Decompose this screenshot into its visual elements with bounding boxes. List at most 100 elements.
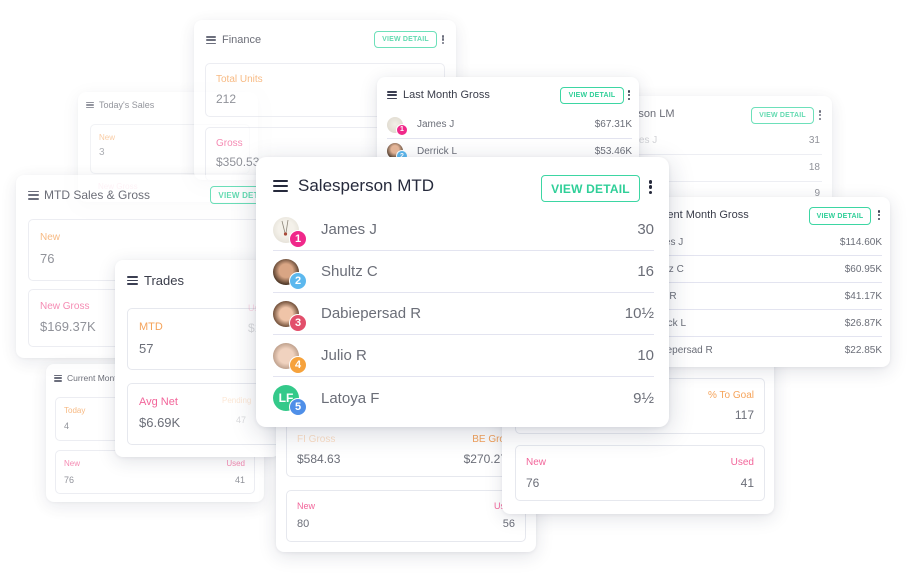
stat-label: New xyxy=(297,501,316,511)
stat-value: 41 xyxy=(234,475,245,485)
avatar: 1 xyxy=(273,216,307,248)
last-month-gross-card: Last Month Gross VIEW DETAIL 1 James J $… xyxy=(377,77,639,167)
stat-value: $169.37K xyxy=(40,319,96,334)
list-item[interactable]: 2 Shultz C 16 xyxy=(273,251,654,293)
stat-value: 41 xyxy=(740,476,754,490)
salesperson-name: Derrick L xyxy=(417,145,458,157)
stat-value: $584.63 xyxy=(297,452,341,466)
list-item[interactable]: James J $114.60K xyxy=(646,229,882,256)
gross-value: $53.46K xyxy=(594,145,632,157)
gross-value: $114.60K xyxy=(839,236,882,248)
rank-badge: 2 xyxy=(289,271,307,290)
menu-icon[interactable] xyxy=(54,374,62,382)
list-item[interactable]: Shultz C $60.95K xyxy=(646,256,882,283)
row-value: 18 xyxy=(808,162,820,173)
salesperson-name: Latoya F xyxy=(321,389,380,407)
stat-label: New xyxy=(99,133,116,142)
stat-label: FI Gross xyxy=(297,434,336,445)
stat-label: New Gross xyxy=(40,301,90,312)
stat-value: 56 xyxy=(502,518,515,530)
avatar: 2 xyxy=(273,258,307,290)
gross-value: $67.31K xyxy=(594,119,632,130)
list-item[interactable]: 4 Julio R 10 xyxy=(273,335,654,377)
gross-value: $60.95K xyxy=(844,263,882,275)
rank-badge: 5 xyxy=(289,398,307,416)
stat-value: 117 xyxy=(734,408,754,422)
rank-badge: 1 xyxy=(396,123,408,136)
stat-label: Used xyxy=(226,459,245,468)
stat-value: 57 xyxy=(139,341,154,356)
menu-icon[interactable] xyxy=(127,276,138,285)
rank-badge: 3 xyxy=(289,313,307,332)
stat-value: 80 xyxy=(297,518,310,530)
stat-label: New xyxy=(64,459,81,468)
menu-icon[interactable] xyxy=(273,180,288,192)
list-item[interactable]: LF 5 Latoya F 9½ xyxy=(273,377,654,419)
view-detail-button[interactable]: VIEW DETAIL xyxy=(541,175,640,202)
gross-value: $41.17K xyxy=(844,290,882,302)
row-value: 31 xyxy=(808,135,820,146)
list-item[interactable]: 1 James J 30 xyxy=(273,209,654,251)
units-value: 30 xyxy=(637,221,654,238)
list-item[interactable]: 3 Dabiepersad R 10½ xyxy=(273,293,654,335)
card-title: MTD Sales & Gross xyxy=(44,188,151,202)
rank-badge: 4 xyxy=(289,355,307,374)
more-options-icon[interactable] xyxy=(648,180,653,194)
card-title: Last Month Gross xyxy=(403,89,490,101)
menu-icon[interactable] xyxy=(387,91,397,99)
list-item[interactable]: 1 James J $67.31K xyxy=(387,111,632,139)
stat-label: Used xyxy=(730,457,754,468)
new-used-stat: New 80 Used 56 xyxy=(286,490,526,542)
stat-label: % To Goal xyxy=(708,390,754,401)
view-detail-button[interactable]: VIEW DETAIL xyxy=(751,107,814,124)
avatar: 3 xyxy=(273,300,307,332)
list-item[interactable]: Derrick L $26.87K xyxy=(646,310,882,337)
stat-label: New xyxy=(526,457,547,468)
stat-value: 212 xyxy=(216,92,237,106)
list-item[interactable]: Dabiepersad R $22.85K xyxy=(646,337,882,364)
salesperson-name: James J xyxy=(321,221,377,238)
card-title: Trades xyxy=(144,273,184,288)
more-options-icon[interactable] xyxy=(627,90,631,100)
stat-label: Avg Net xyxy=(139,396,178,408)
units-value: 10 xyxy=(637,347,654,364)
more-options-icon[interactable] xyxy=(818,110,822,120)
current-month-gross-card: Current Month Gross VIEW DETAIL James J … xyxy=(640,197,890,367)
card-title: Salesperson MTD xyxy=(298,176,435,195)
units-value: 9½ xyxy=(633,389,654,407)
stat-value: 76 xyxy=(526,476,540,490)
menu-icon[interactable] xyxy=(28,190,39,200)
list-item[interactable]: Julio R $41.17K xyxy=(646,283,882,310)
view-detail-button[interactable]: VIEW DETAIL xyxy=(374,31,437,48)
stat-label: MTD xyxy=(139,321,163,333)
stat-value: 76 xyxy=(40,251,55,266)
stat-value: 4 xyxy=(64,421,70,431)
salesperson-name: Dabiepersad R xyxy=(321,305,422,322)
gross-value: $22.85K xyxy=(844,345,882,356)
units-value: 16 xyxy=(637,263,654,280)
stat-value: 76 xyxy=(64,475,75,485)
avatar: 4 xyxy=(273,342,307,374)
menu-icon[interactable] xyxy=(86,101,94,109)
stat-label: Pending xyxy=(222,396,252,405)
more-options-icon[interactable] xyxy=(441,35,445,44)
gross-value: $26.87K xyxy=(844,317,882,329)
view-detail-button[interactable]: VIEW DETAIL xyxy=(560,87,624,104)
stat-label: Gross xyxy=(216,138,243,149)
stat-label: Today xyxy=(64,406,86,415)
stat-value: 3 xyxy=(99,147,105,158)
card-title: Today's Sales xyxy=(99,100,155,110)
more-options-icon[interactable] xyxy=(877,210,881,220)
stat-value: 47 xyxy=(236,415,247,425)
salesperson-name: Shultz C xyxy=(321,263,378,280)
view-detail-button[interactable]: VIEW DETAIL xyxy=(809,207,871,225)
salesperson-name: James J xyxy=(417,119,455,130)
stat-label: Total Units xyxy=(216,74,263,85)
stat-label: New xyxy=(40,232,61,243)
rank-badge: 1 xyxy=(289,229,307,248)
salesperson-name: Julio R xyxy=(321,347,367,364)
menu-icon[interactable] xyxy=(206,36,216,44)
new-used-stat: New 76 Used 41 xyxy=(515,445,765,501)
stat-value: $6.69K xyxy=(139,415,181,430)
avatar: 1 xyxy=(387,116,408,136)
